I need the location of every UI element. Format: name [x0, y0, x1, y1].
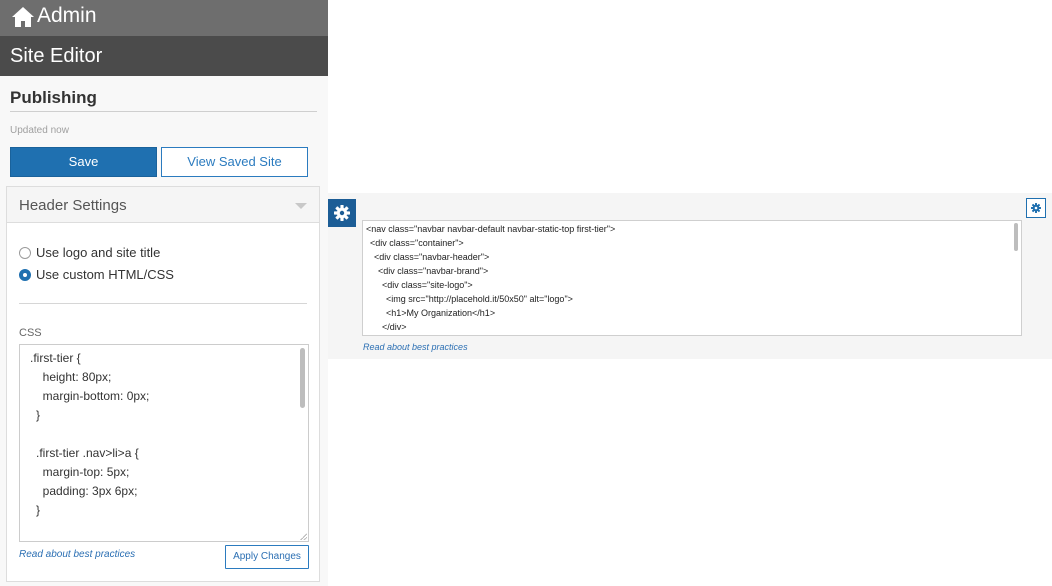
- css-editor-scrollbar[interactable]: [300, 348, 305, 408]
- code-line: height: 80px;: [36, 370, 112, 384]
- code-line: <h1>My Organization</h1>: [386, 308, 496, 318]
- gear-icon-glyph: [334, 205, 350, 221]
- view-saved-site-button[interactable]: View Saved Site: [161, 147, 308, 177]
- publishing-heading: Publishing: [10, 88, 97, 107]
- radio-button-checked[interactable]: [19, 269, 31, 281]
- resize-grip-icon[interactable]: [300, 533, 307, 540]
- radio-button[interactable]: [19, 247, 31, 259]
- code-line: <div class="site-logo">: [382, 280, 473, 290]
- code-line: <div class="navbar-header">: [374, 252, 490, 262]
- code-line: }: [36, 408, 41, 422]
- best-practices-link[interactable]: Read about best practices: [19, 549, 135, 560]
- header-settings-panel: Header Settings Use logo and site title …: [6, 186, 320, 582]
- site-editor-bar: Site Editor: [0, 36, 328, 76]
- radio-custom-html-css[interactable]: Use custom HTML/CSS: [19, 267, 174, 282]
- gear-icon[interactable]: [328, 199, 356, 227]
- sidebar: Admin Site Editor Publishing Updated now…: [0, 0, 328, 586]
- publish-status: Updated now: [10, 125, 69, 136]
- code-line: padding: 3px 6px;: [36, 484, 138, 498]
- settings-gear-icon[interactable]: [1026, 198, 1046, 218]
- html-editor-scrollbar[interactable]: [1014, 223, 1018, 251]
- settings-divider: [19, 303, 307, 304]
- site-editor-title: Site Editor: [10, 45, 103, 67]
- html-editor-panel: <nav class="navbar navbar-default navbar…: [328, 193, 1052, 359]
- code-line: <div class="navbar-brand">: [378, 266, 489, 276]
- css-editor[interactable]: .first-tier { height: 80px; margin-botto…: [19, 344, 309, 542]
- admin-bar[interactable]: Admin: [0, 0, 328, 36]
- code-line: .first-tier {: [30, 351, 81, 365]
- header-settings-title: Header Settings: [19, 197, 127, 214]
- code-line: <nav class="navbar navbar-default navbar…: [366, 224, 616, 234]
- chevron-down-icon: [295, 203, 307, 209]
- admin-title: Admin: [37, 4, 97, 27]
- code-line: .first-tier .nav>li>a {: [36, 446, 139, 460]
- code-line: <div class="container">: [370, 238, 464, 248]
- code-line: <img src="http://placehold.it/50x50" alt…: [386, 294, 573, 304]
- home-icon: [12, 7, 34, 27]
- code-line: margin-bottom: 0px;: [36, 389, 150, 403]
- css-label: CSS: [19, 327, 42, 339]
- apply-changes-button[interactable]: Apply Changes: [225, 545, 309, 569]
- html-code-editor[interactable]: <nav class="navbar navbar-default navbar…: [362, 220, 1022, 336]
- code-line: margin-top: 5px;: [36, 465, 130, 479]
- code-line: </div>: [382, 322, 407, 332]
- header-settings-toggle[interactable]: Header Settings: [7, 187, 319, 223]
- radio-label: Use custom HTML/CSS: [36, 267, 174, 282]
- radio-label: Use logo and site title: [36, 245, 161, 260]
- gear-icon-glyph: [1031, 203, 1041, 213]
- code-line: }: [36, 503, 41, 517]
- best-practices-link[interactable]: Read about best practices: [363, 342, 468, 352]
- publishing-divider: [10, 111, 317, 112]
- save-button[interactable]: Save: [10, 147, 157, 177]
- radio-logo-and-title[interactable]: Use logo and site title: [19, 245, 160, 260]
